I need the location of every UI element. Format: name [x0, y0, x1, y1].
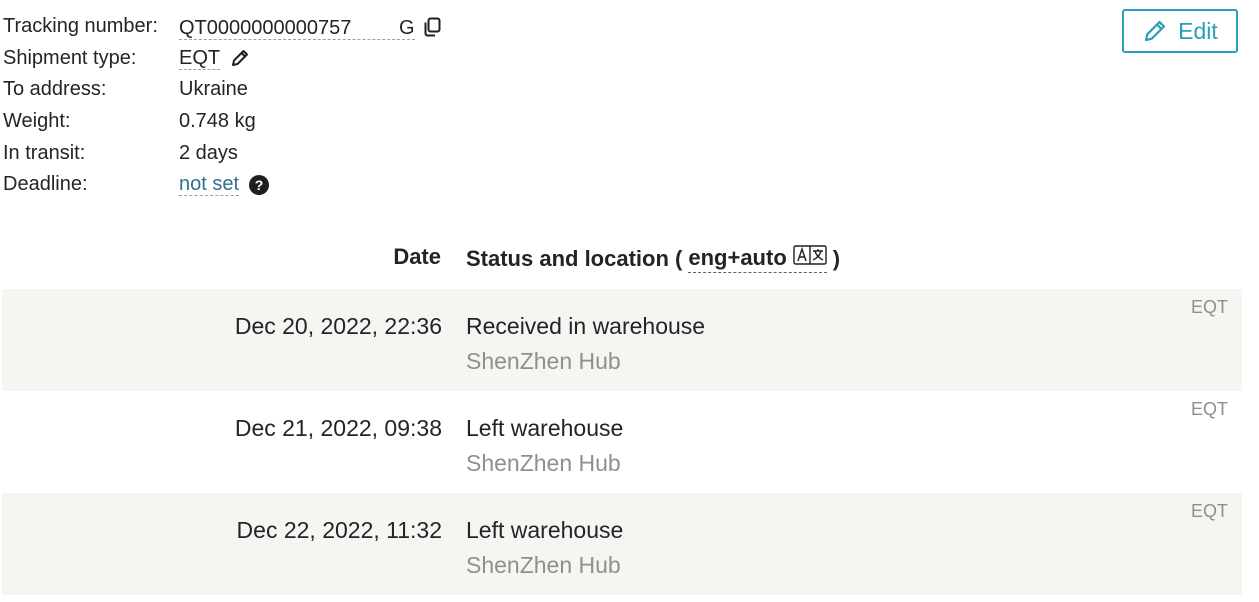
- weight-value: 0.748 kg: [179, 110, 256, 133]
- deadline-label: Deadline:: [3, 173, 88, 196]
- shipment-type-label: Shipment type:: [3, 46, 137, 69]
- deadline-link[interactable]: not set: [179, 173, 240, 197]
- event-date: Dec 20, 2022, 22:36: [234, 313, 442, 339]
- pencil-icon[interactable]: [230, 48, 250, 68]
- shipment-type-value-wrap: EQT: [179, 47, 250, 70]
- status-header-close: ): [832, 245, 841, 271]
- tracking-label: Tracking number:: [3, 15, 158, 38]
- event-status: Received in warehouse: [466, 313, 706, 339]
- event-status: Left warehouse: [466, 415, 624, 441]
- language-selector[interactable]: eng+auto: [688, 244, 827, 273]
- tracking-value-wrap: QT00000000007577 G: [179, 13, 442, 40]
- table-row: Dec 20, 2022, 22:36 Received in warehous…: [2, 289, 1242, 391]
- edit-button-label: Edit: [1178, 17, 1218, 44]
- edit-pencil-icon: [1142, 18, 1168, 44]
- question-icon[interactable]: ?: [249, 174, 270, 195]
- tracking-suffix: G: [399, 16, 415, 39]
- table-row: Dec 21, 2022, 09:38 Left warehouse ShenZ…: [2, 391, 1242, 493]
- event-carrier: EQT: [1190, 501, 1228, 521]
- shipment-type-value[interactable]: EQT: [179, 47, 221, 70]
- tracking-row: Tracking number: QT00000000007577 G: [3, 11, 442, 43]
- event-carrier: EQT: [1190, 399, 1228, 419]
- language-label: eng+auto: [688, 245, 787, 270]
- event-status: Left warehouse: [466, 517, 624, 543]
- table-row: Dec 22, 2022, 11:32 Left warehouse ShenZ…: [2, 493, 1242, 595]
- weight-label: Weight:: [3, 110, 71, 133]
- in-transit-label: In transit:: [3, 141, 86, 164]
- translate-icon: [793, 244, 827, 272]
- deadline-value-wrap: not set ?: [179, 173, 270, 197]
- event-location: ShenZhen Hub: [466, 348, 621, 374]
- status-header: Status and location ( eng+auto ): [466, 244, 840, 273]
- copy-icon[interactable]: [422, 17, 442, 37]
- to-address-label: To address:: [3, 78, 107, 101]
- in-transit-value: 2 days: [179, 141, 238, 164]
- edit-button[interactable]: Edit: [1122, 9, 1238, 53]
- shipment-type-row: Shipment type: EQT: [3, 43, 442, 75]
- to-address-row: To address: Ukraine: [3, 74, 442, 106]
- status-header-label: Status and location (: [466, 245, 683, 271]
- deadline-row: Deadline: not set ?: [3, 169, 442, 201]
- in-transit-row: In transit: 2 days: [3, 137, 442, 169]
- event-date: Dec 21, 2022, 09:38: [234, 415, 442, 441]
- tracking-events: Dec 20, 2022, 22:36 Received in warehous…: [2, 289, 1242, 595]
- to-address-value: Ukraine: [179, 78, 248, 101]
- tracking-mask: [351, 13, 399, 34]
- tracking-number-text: QT00000000007577: [179, 16, 351, 39]
- shipment-info: Tracking number: QT00000000007577 G Shipm…: [3, 11, 442, 201]
- event-date: Dec 22, 2022, 11:32: [236, 517, 442, 543]
- table-header: Date Status and location ( eng+auto ): [0, 240, 1259, 278]
- tracking-number[interactable]: QT00000000007577 G: [179, 13, 415, 40]
- event-location: ShenZhen Hub: [466, 450, 621, 476]
- event-carrier: EQT: [1190, 297, 1228, 317]
- weight-row: Weight: 0.748 kg: [3, 106, 442, 138]
- event-location: ShenZhen Hub: [466, 552, 621, 578]
- date-header: Date: [393, 244, 441, 269]
